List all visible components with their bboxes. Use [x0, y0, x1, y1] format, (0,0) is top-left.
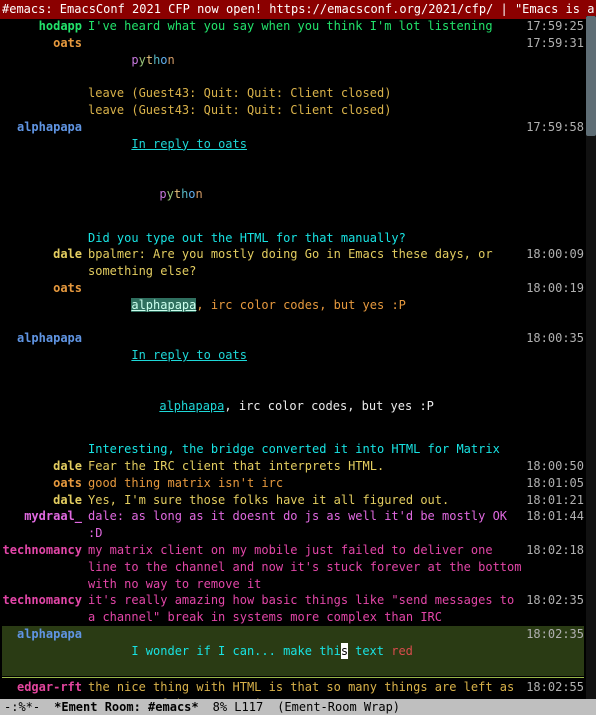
timestamp: 18:00:50 — [524, 458, 584, 475]
message-row: technomancy my matrix client on my mobil… — [2, 542, 584, 592]
modeline-position: 8% L117 — [213, 699, 264, 715]
message-text: it's really amazing how basic things lik… — [88, 592, 524, 626]
timestamp: 18:02:55 — [524, 679, 584, 696]
nick-alphapapa: alphapapa — [2, 626, 88, 643]
message-row: Interesting, the bridge converted it int… — [2, 441, 584, 458]
message-row: alphapapa In reply to oats 17:59:58 — [2, 119, 584, 169]
topic-bar: #emacs: EmacsConf 2021 CFP now open! htt… — [0, 0, 596, 19]
timestamp: 18:01:44 — [524, 508, 584, 525]
timestamp: 18:00:09 — [524, 246, 584, 263]
message-row: dale Fear the IRC client that interprets… — [2, 458, 584, 475]
message-text: In reply to oats — [88, 119, 524, 169]
reply-link[interactable]: In reply to — [131, 348, 218, 362]
user-link[interactable]: alphapapa — [159, 399, 224, 413]
timestamp: 18:01:21 — [524, 492, 584, 509]
timestamp: 18:02:18 — [524, 542, 584, 559]
message-row-current: alphapapa I wonder if I can... make this… — [2, 626, 584, 676]
quoted-text: python — [88, 169, 524, 219]
message-row: Did you type out the HTML for that manua… — [2, 230, 584, 247]
nick-oats: oats — [2, 475, 88, 492]
system-message: leave (Guest43: Quit: Quit: Client close… — [88, 102, 524, 119]
message-text: good thing matrix isn't irc — [88, 475, 524, 492]
text-cursor: s — [341, 643, 348, 660]
message-row: alphapapa In reply to oats 18:00:35 — [2, 330, 584, 380]
timestamp: 18:02:35 — [524, 592, 584, 609]
scrollbar-track[interactable] — [586, 16, 596, 699]
system-row: leave (Guest43: Quit: Quit: Client close… — [2, 102, 584, 119]
quote-row: python — [2, 169, 584, 219]
nick-edgar-rft: edgar-rft — [2, 679, 88, 696]
nick-hodapp: hodapp — [2, 18, 88, 35]
nick-dale: dale — [2, 492, 88, 509]
message-row: oats good thing matrix isn't irc 18:01:0… — [2, 475, 584, 492]
nick-oats: oats — [2, 35, 88, 52]
nick-dale: dale — [2, 458, 88, 475]
nick-alphapapa: alphapapa — [2, 119, 88, 136]
nick-oats: oats — [2, 280, 88, 297]
message-row: mydraal_ dale: as long as it doesnt do j… — [2, 508, 584, 542]
timestamp: 17:59:25 — [524, 18, 584, 35]
message-text: dale: as long as it doesnt do js as well… — [88, 508, 524, 542]
quote-row: alphapapa, irc color codes, but yes :P — [2, 381, 584, 431]
message-text: I've heard what you say when you think I… — [88, 18, 524, 35]
message-row: dale bpalmer: Are you mostly doing Go in… — [2, 246, 584, 280]
message-text: alphapapa, irc color codes, but yes :P — [88, 280, 524, 330]
system-row: leave (Guest43: Quit: Quit: Client close… — [2, 85, 584, 102]
mode-line: -:%*- *Ement Room: #emacs* 8% L117 (Emen… — [0, 699, 596, 715]
message-text: python — [88, 35, 524, 85]
timestamp: 18:01:05 — [524, 475, 584, 492]
timestamp: 18:00:19 — [524, 280, 584, 297]
message-row: oats python 17:59:31 — [2, 35, 584, 85]
message-row: hodapp I've heard what you say when you … — [2, 18, 584, 35]
message-text: I wonder if I can... make this text red — [88, 626, 524, 676]
message-text: Did you type out the HTML for that manua… — [88, 230, 524, 247]
nick-dale: dale — [2, 246, 88, 263]
message-text: bpalmer: Are you mostly doing Go in Emac… — [88, 246, 524, 280]
timestamp: 17:59:31 — [524, 35, 584, 52]
quoted-text: alphapapa, irc color codes, but yes :P — [88, 381, 524, 431]
nick-technomancy: technomancy — [2, 592, 88, 609]
modeline-modified: -:%*- — [4, 699, 40, 715]
message-row: dale Yes, I'm sure those folks have it a… — [2, 492, 584, 509]
message-text: Yes, I'm sure those folks have it all fi… — [88, 492, 524, 509]
message-row: edgar-rft the nice thing with HTML is th… — [2, 679, 584, 699]
modeline-buffer: *Ement Room: #emacs* — [54, 699, 199, 715]
scrollbar-thumb[interactable] — [586, 16, 596, 136]
modeline-mode: (Ement-Room Wrap) — [277, 699, 400, 715]
divider — [2, 677, 584, 678]
chat-log: hodapp I've heard what you say when you … — [0, 17, 586, 699]
message-text: Interesting, the bridge converted it int… — [88, 441, 524, 458]
nick-technomancy: technomancy — [2, 542, 88, 559]
timestamp: 18:00:35 — [524, 330, 584, 347]
timestamp: 17:59:58 — [524, 119, 584, 136]
message-text: In reply to oats — [88, 330, 524, 380]
user-link[interactable]: oats — [218, 348, 247, 362]
message-text: my matrix client on my mobile just faile… — [88, 542, 524, 592]
system-message: leave (Guest43: Quit: Quit: Client close… — [88, 85, 524, 102]
nick-alphapapa: alphapapa — [2, 330, 88, 347]
reply-link[interactable]: In reply to — [131, 137, 218, 151]
nick-mydraal: mydraal_ — [2, 508, 88, 525]
user-link[interactable]: oats — [218, 137, 247, 151]
message-row: technomancy it's really amazing how basi… — [2, 592, 584, 626]
message-row: oats alphapapa, irc color codes, but yes… — [2, 280, 584, 330]
mention[interactable]: alphapapa — [131, 298, 196, 312]
timestamp: 18:02:35 — [524, 626, 584, 643]
message-text: the nice thing with HTML is that so many… — [88, 679, 524, 699]
message-text: Fear the IRC client that interprets HTML… — [88, 458, 524, 475]
